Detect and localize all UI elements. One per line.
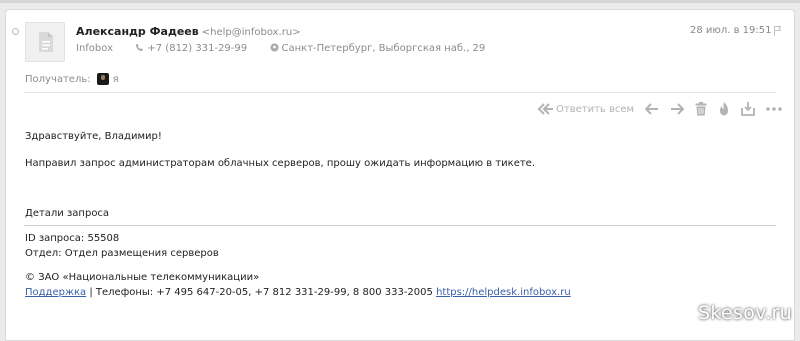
email-card: Александр Фадеев <help@infobox.ru> 28 июл… <box>5 9 795 341</box>
archive-button[interactable] <box>741 102 755 116</box>
reply-all-label: Ответить всем <box>556 103 635 115</box>
footer-line: Поддержка | Телефоны: +7 495 647-20-05, … <box>25 287 571 298</box>
delete-button[interactable] <box>695 102 707 116</box>
arrow-left-icon <box>645 103 659 115</box>
header-divider <box>24 92 776 93</box>
recipient-name[interactable]: я <box>113 74 119 85</box>
department: Отдел: Отдел размещения серверов <box>25 248 219 259</box>
flag-icon[interactable] <box>773 25 783 37</box>
address: Санкт-Петербург, Выборгская наб., 29 <box>281 43 486 54</box>
spam-button[interactable] <box>718 102 730 116</box>
location-icon <box>270 43 279 52</box>
document-icon <box>39 32 53 52</box>
arrow-right-icon <box>671 103 685 115</box>
recipient-row: Получатель: я <box>25 73 119 85</box>
flame-icon <box>720 102 729 116</box>
forward-button[interactable] <box>670 103 685 115</box>
read-status-dot[interactable] <box>12 28 19 35</box>
trash-icon <box>695 102 707 116</box>
more-dots-icon <box>766 107 782 111</box>
email-date: 28 июл. в 19:51 <box>690 25 772 36</box>
sender-name[interactable]: Александр Фадеев <box>76 25 199 38</box>
more-button[interactable] <box>766 107 782 111</box>
greeting-text: Здравствуйте, Владимир! <box>25 131 162 142</box>
request-id: ID запроса: 55508 <box>25 233 120 244</box>
inbox-download-icon <box>741 102 755 116</box>
phones-text: | Телефоны: +7 495 647-20-05, +7 812 331… <box>86 287 437 298</box>
details-divider <box>24 225 776 226</box>
support-link[interactable]: Поддержка <box>25 287 86 298</box>
phone-icon <box>136 43 144 52</box>
message-text: Направил запрос администраторам облачных… <box>25 158 536 169</box>
email-toolbar: Ответить всем <box>537 101 793 117</box>
copyright: © ЗАО «Национальные телекоммуникации» <box>25 272 260 283</box>
helpdesk-link[interactable]: https://helpdesk.infobox.ru <box>436 287 571 298</box>
reply-all-icon <box>537 103 553 115</box>
phone-number[interactable]: +7 (812) 331-29-99 <box>147 43 247 54</box>
reply-button[interactable] <box>645 103 659 115</box>
company-name: Infobox <box>76 43 114 54</box>
sender-avatar <box>25 22 65 62</box>
details-title: Детали запроса <box>25 208 110 219</box>
sender-meta: Infobox +7 (812) 331-29-99 Санкт-Петербу… <box>76 43 485 54</box>
top-bar <box>0 0 800 3</box>
watermark: Skesov.ru <box>698 302 792 324</box>
reply-all-button[interactable]: Ответить всем <box>537 103 634 115</box>
recipient-avatar <box>96 73 109 85</box>
sender-email[interactable]: <help@infobox.ru> <box>202 27 301 38</box>
recipient-label: Получатель: <box>25 74 91 85</box>
sender-line[interactable]: Александр Фадеев <help@infobox.ru> <box>76 25 301 38</box>
